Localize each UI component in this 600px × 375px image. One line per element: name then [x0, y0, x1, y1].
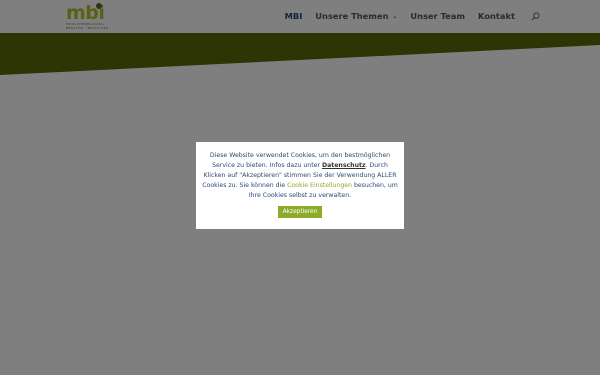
page: mbi MENSCHENBILDUNG BERATEN · BEGLEITEN … — [0, 0, 600, 375]
accept-cookies-button[interactable]: Akzeptieren — [277, 206, 323, 218]
cookie-message: Diese Website verwendet Cookies, um den … — [202, 151, 398, 201]
privacy-policy-link[interactable]: Datenschutz — [322, 162, 366, 169]
cookie-settings-link[interactable]: Cookie Einstellungen — [287, 182, 352, 189]
cookie-consent-dialog: Diese Website verwendet Cookies, um den … — [196, 142, 404, 229]
